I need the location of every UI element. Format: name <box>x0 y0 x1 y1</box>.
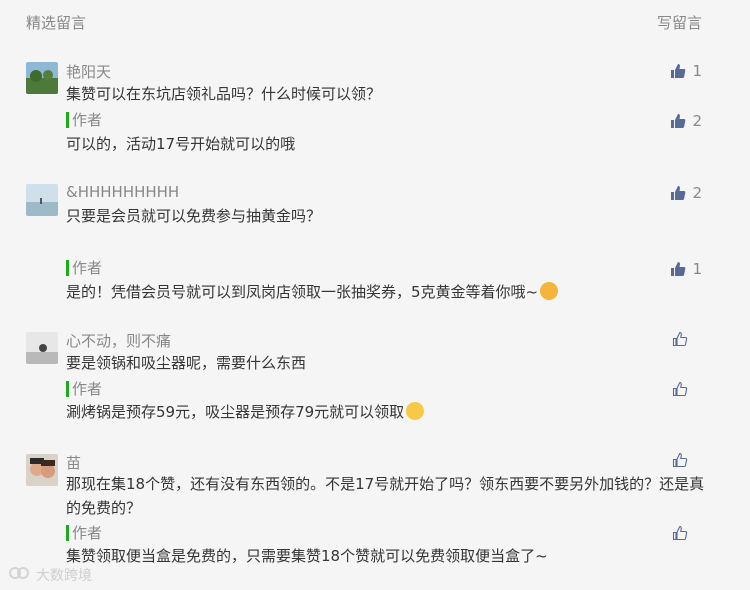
comment-nickname: 心不动，则不痛 <box>66 332 172 350</box>
comment-nickname: 苗 <box>66 454 82 472</box>
avatar <box>26 62 58 94</box>
like-count: 1 <box>692 260 702 278</box>
comment-content: 集赞可以在东坑店领礼品吗？什么时候可以领？ <box>66 85 382 103</box>
comment-content: 那现在集18个赞，还有没有东西领的。不是17号就开始了吗？领东西要不要另外加钱的… <box>66 475 705 517</box>
watermark: 大数跨境 <box>6 564 92 586</box>
write-comment-button[interactable]: 写留言 <box>657 12 702 33</box>
comment-content: 只要是会员就可以免费参与抽黄金吗？ <box>66 207 322 225</box>
avatar <box>26 332 58 364</box>
author-reply-tag: 作者 <box>66 112 102 128</box>
reply-like-button[interactable]: 1 <box>670 260 702 278</box>
like-button[interactable]: 2 <box>670 184 702 202</box>
comment-nickname: &HHHHHHHHH <box>66 183 180 201</box>
author-reply-tag: 作者 <box>66 525 102 541</box>
avatar <box>26 454 58 486</box>
thumbs-up-outline-icon <box>672 331 688 347</box>
watermark-text: 大数跨境 <box>36 568 92 584</box>
thumbs-up-icon <box>671 186 686 200</box>
avatar <box>26 184 58 216</box>
like-button[interactable]: 1 <box>670 62 702 80</box>
section-title: 精选留言 <box>26 14 87 32</box>
author-reply-tag: 作者 <box>66 260 102 276</box>
like-count: 2 <box>692 184 702 202</box>
like-count: 1 <box>692 62 702 80</box>
thumbs-up-outline-icon <box>672 381 688 397</box>
like-button[interactable] <box>672 452 702 468</box>
author-reply-content: 是的！凭借会员号就可以到凤岗店领取一张抽奖券，5克黄金等着你哦~ <box>66 280 559 304</box>
author-reply-tag: 作者 <box>66 381 102 397</box>
reply-like-button[interactable]: 2 <box>670 112 702 130</box>
like-button[interactable] <box>672 331 702 347</box>
author-reply-content: 涮烤锅是预存59元，吸尘器是预存79元就可以领取 <box>66 400 425 424</box>
reply-like-button[interactable] <box>672 525 702 541</box>
author-reply-content: 集赞领取便当盒是免费的，只需要集赞18个赞就可以免费领取便当盒了~ <box>66 547 548 565</box>
watermark-logo-icon <box>6 564 32 586</box>
emoji-icon <box>406 402 425 420</box>
comments-header: 精选留言 写留言 <box>0 0 750 44</box>
reply-like-button[interactable] <box>672 381 702 397</box>
thumbs-up-icon <box>671 64 686 78</box>
comment-nickname: 艳阳天 <box>66 63 112 81</box>
thumbs-up-icon <box>671 262 686 276</box>
emoji-icon <box>540 282 559 300</box>
thumbs-up-outline-icon <box>672 525 688 541</box>
author-reply-content: 可以的，活动17号开始就可以的哦 <box>66 135 296 153</box>
like-count: 2 <box>692 112 702 130</box>
thumbs-up-outline-icon <box>672 452 688 468</box>
comment-content: 要是领锅和吸尘器呢，需要什么东西 <box>66 354 307 372</box>
thumbs-up-icon <box>671 114 686 128</box>
